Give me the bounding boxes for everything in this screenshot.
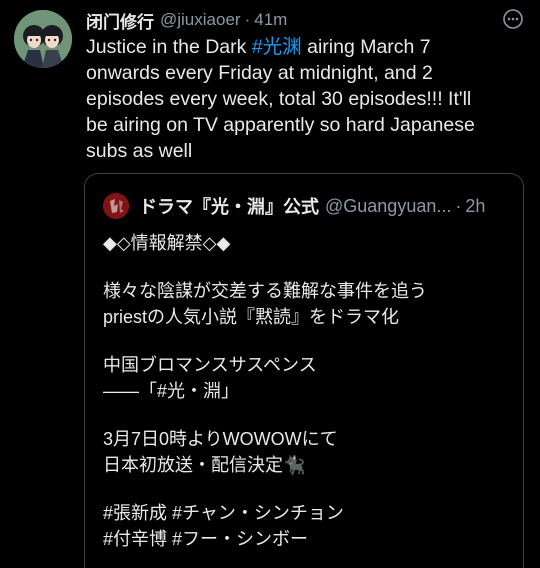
quoted-tweet-text: ◆◇情報解禁◇◆ 様々な陰謀が交差する難解な事件を追う priestの人気小説『黙読… — [103, 230, 508, 552]
tweet-text-line: Justice in the Dark #光渊 airing March 7 — [86, 34, 526, 60]
quoted-text-line: ――「#光・淵」 — [103, 381, 240, 401]
tweet-text-line: episodes every week, total 30 episodes!!… — [86, 88, 472, 110]
quoted-text-line: #張新成 #チャン・シンチョン — [103, 503, 344, 523]
quoted-text-line: ◆◇情報解禁◇◆ — [103, 233, 231, 253]
tweet-text-segment: Justice in the Dark — [86, 36, 252, 58]
avatar-illustration-icon — [14, 10, 72, 68]
quoted-text-blank-line — [103, 330, 508, 352]
drama-logo-icon — [103, 193, 129, 219]
quoted-text-line: 3月7日0時よりWOWOWにて — [103, 429, 338, 449]
separator-dot: · — [455, 195, 462, 216]
quoted-timestamp[interactable]: 2h — [465, 196, 485, 217]
quoted-text-line: #付辛博 #フー・シンボー — [103, 529, 309, 549]
quoted-author-handle[interactable]: @Guangyuan... — [325, 196, 451, 217]
quoted-text-blank-line — [103, 478, 508, 500]
hashtag-link[interactable]: #光渊 — [252, 36, 302, 58]
author-name[interactable]: 闭门修行 — [86, 8, 154, 33]
quoted-author-name[interactable]: ドラマ『光・淵』公式 — [139, 193, 319, 219]
tweet-text-line: onwards every Friday at midnight, and 2 — [86, 62, 433, 84]
quoted-tweet-card[interactable]: ドラマ『光・淵』公式 @Guangyuan... · 2h ◆◇情報解禁◇◆ 様々… — [84, 173, 524, 568]
quoted-text-blank-line — [103, 404, 508, 426]
quoted-tweet-header: ドラマ『光・淵』公式 @Guangyuan... · 2h — [103, 192, 505, 220]
tweet-timestamp[interactable]: 41m — [254, 10, 287, 30]
tweet-text: Justice in the Dark #光渊 airing March 7 o… — [86, 34, 526, 164]
quoted-author-avatar[interactable] — [103, 193, 129, 219]
author-handle[interactable]: @jiuxiaoer — [160, 10, 241, 30]
author-avatar[interactable] — [14, 10, 72, 68]
more-options-button[interactable] — [502, 8, 524, 30]
tweet-text-line: be airing on TV apparently so hard Japan… — [86, 114, 475, 136]
tweet-text-segment: airing March 7 — [301, 36, 431, 58]
quoted-text-line: 中国ブロマンスサスペンス — [103, 355, 317, 375]
quoted-text-line: 様々な陰謀が交差する難解な事件を追う — [103, 281, 427, 301]
quoted-text-blank-line — [103, 256, 508, 278]
separator-dot: · — [244, 10, 251, 29]
more-dots-icon — [503, 9, 523, 29]
tweet-header: 闭门修行 @jiuxiaoer · 41m — [86, 8, 500, 32]
tweet-text-line: subs as well — [86, 140, 193, 162]
quoted-text-line: 日本初放送・配信決定🐈‍⬛ — [103, 455, 306, 475]
quoted-text-line: priestの人気小説『黙読』をドラマ化 — [103, 307, 400, 327]
